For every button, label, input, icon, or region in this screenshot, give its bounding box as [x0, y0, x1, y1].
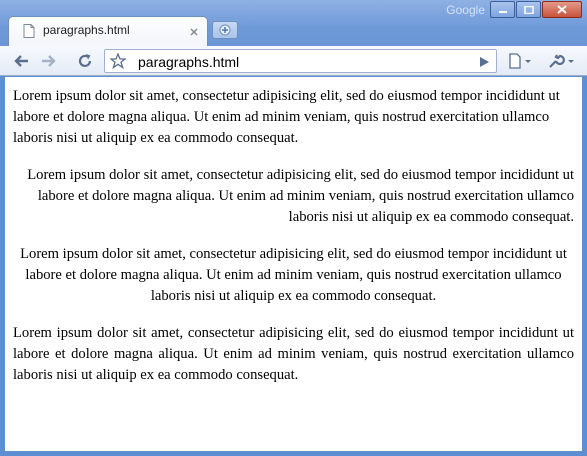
page-menu-button[interactable] [506, 49, 536, 73]
page-content: Lorem ipsum dolor sit amet, consectetur … [5, 77, 582, 451]
toolbar: paragraphs.html [0, 46, 587, 76]
close-window-button[interactable] [542, 1, 582, 18]
maximize-icon [523, 5, 534, 14]
paragraph-right: Lorem ipsum dolor sit amet, consectetur … [27, 167, 574, 225]
wrench-icon [549, 54, 574, 68]
close-icon [557, 5, 567, 14]
browser-window: Google paragraphs.html paragraphs.html L… [0, 0, 587, 456]
close-icon[interactable] [189, 24, 199, 42]
back-button[interactable] [8, 49, 34, 73]
window-controls [490, 1, 582, 18]
tab-title: paragraphs.html [43, 23, 130, 37]
brand-label: Google [446, 3, 485, 17]
plus-icon [219, 24, 231, 36]
wrench-menu-button[interactable] [545, 49, 579, 73]
new-tab-button[interactable] [212, 21, 238, 39]
play-icon[interactable] [478, 55, 490, 73]
paragraph-center: Lorem ipsum dolor sit amet, consectetur … [20, 246, 567, 304]
page-icon [23, 24, 35, 43]
title-bar: Google paragraphs.html [0, 0, 587, 46]
page-menu-icon [509, 53, 531, 69]
paragraph-left: Lorem ipsum dolor sit amet, consectetur … [13, 88, 560, 146]
reload-icon [78, 54, 92, 67]
url-text[interactable]: paragraphs.html [138, 54, 239, 70]
maximize-button[interactable] [516, 1, 541, 18]
forward-button[interactable] [36, 49, 62, 73]
reload-button[interactable] [72, 49, 98, 73]
forward-arrow-icon [42, 55, 56, 67]
paragraph-justify: Lorem ipsum dolor sit amet, consectetur … [13, 325, 574, 383]
minimize-icon [498, 10, 507, 13]
back-arrow-icon [14, 55, 28, 67]
address-bar[interactable]: paragraphs.html [104, 49, 497, 73]
minimize-button[interactable] [490, 1, 515, 18]
star-icon[interactable] [109, 52, 127, 74]
tab-paragraphs[interactable]: paragraphs.html [8, 16, 208, 46]
